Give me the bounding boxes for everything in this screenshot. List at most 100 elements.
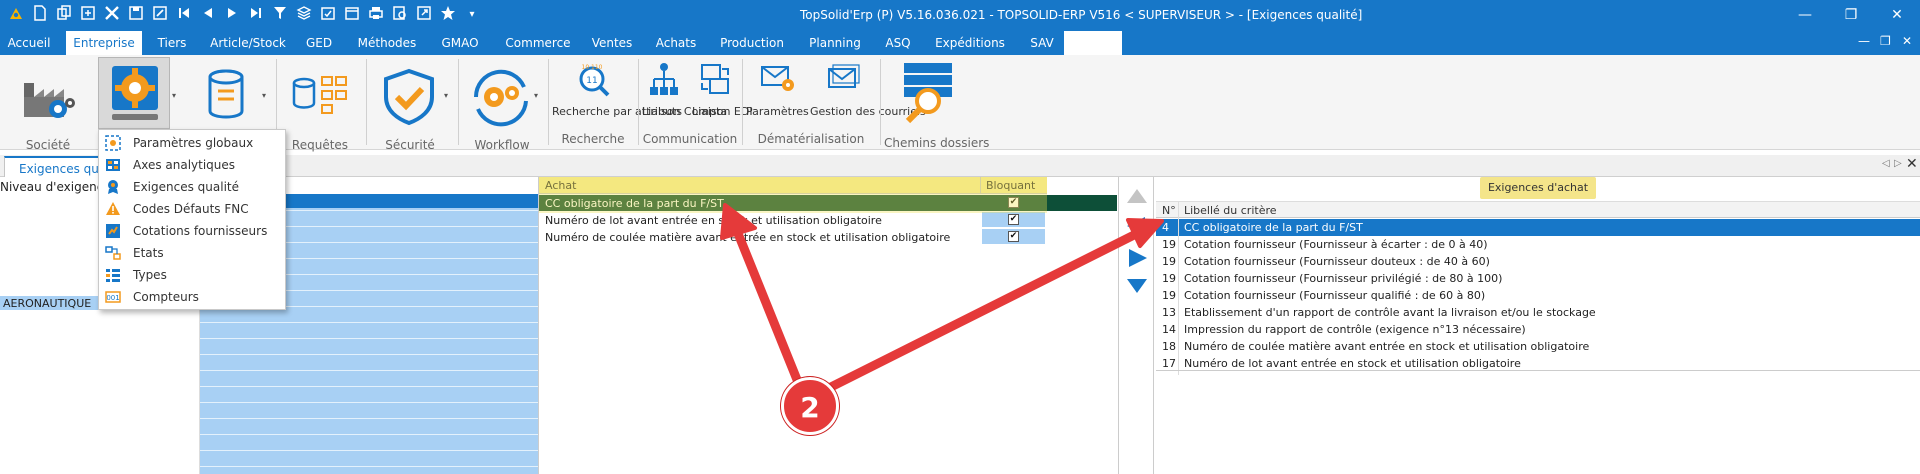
customize-toolbar-icon[interactable]: ▾ xyxy=(462,5,482,25)
criteria-row[interactable]: 19 Cotation fournisseur (Fournisseur qua… xyxy=(1156,287,1920,304)
tab-methodes[interactable]: Méthodes xyxy=(352,31,422,55)
svg-text:11: 11 xyxy=(586,76,597,86)
step-number-badge: 2 xyxy=(781,377,839,435)
favorites-icon[interactable] xyxy=(438,5,458,25)
move-down-arrow-icon[interactable] xyxy=(1125,277,1149,295)
tab-gmao[interactable]: GMAO xyxy=(432,31,488,55)
menu-item-etats[interactable]: Etats xyxy=(99,242,285,264)
chemins-dossiers-button[interactable]: Chemins dossiers xyxy=(884,59,989,149)
liaison-compta-button[interactable]: Liaison Compta xyxy=(642,59,727,133)
save-icon[interactable] xyxy=(126,5,146,25)
achat-row-label: Numéro de lot avant entrée en stock et u… xyxy=(545,214,882,227)
next-record-icon[interactable] xyxy=(222,5,242,25)
securite-button[interactable]: Sécurité xyxy=(372,61,448,151)
tab-sav[interactable]: SAV xyxy=(1020,31,1064,55)
print-icon[interactable] xyxy=(366,5,386,25)
new-document-icon[interactable] xyxy=(30,5,50,25)
tab-exigences-qualite[interactable]: Exigences quali xyxy=(4,156,113,178)
tab-accueil[interactable]: Accueil xyxy=(0,31,58,55)
achat-row[interactable]: Numéro de coulée matière avant entrée en… xyxy=(539,229,1117,245)
mdi-minimize-button[interactable]: — xyxy=(1858,34,1870,48)
layers-icon[interactable] xyxy=(294,5,314,25)
checklist-icon[interactable] xyxy=(318,5,338,25)
menu-item-parametres-globaux[interactable]: Paramètres globaux xyxy=(99,132,285,154)
move-up-arrow-icon[interactable] xyxy=(1125,187,1149,205)
liaison-edi-button[interactable]: Liaison EDI xyxy=(692,59,753,133)
edit-icon[interactable] xyxy=(150,5,170,25)
tab-blank[interactable] xyxy=(1064,31,1122,55)
criteria-row[interactable]: 19 Cotation fournisseur (Fournisseur dou… xyxy=(1156,253,1920,270)
column-header-libelle: Libellé du critère xyxy=(1184,204,1277,217)
duplicate-icon[interactable] xyxy=(78,5,98,25)
tab-article-stock[interactable]: Article/Stock xyxy=(204,31,292,55)
menu-item-types[interactable]: Types xyxy=(99,264,285,286)
filter-icon[interactable] xyxy=(270,5,290,25)
tab-expeditions[interactable]: Expéditions xyxy=(930,31,1010,55)
menu-item-axes-analytiques[interactable]: Axes analytiques xyxy=(99,154,285,176)
print-preview-icon[interactable] xyxy=(390,5,410,25)
chemins-dossiers-label: Chemins dossiers xyxy=(884,136,990,150)
workflow-button[interactable]: Workflow xyxy=(462,61,542,151)
tab-ged[interactable]: GED xyxy=(302,31,336,55)
menu-item-label: Codes Défauts FNC xyxy=(133,202,249,216)
menu-item-compteurs[interactable]: 001 Compteurs xyxy=(99,286,285,308)
scroll-left-icon[interactable]: ◁ xyxy=(1882,158,1890,169)
mail-icon xyxy=(828,64,860,88)
mdi-restore-button[interactable]: ❐ xyxy=(1880,34,1891,48)
recherche-attributs-button[interactable]: 10 110 11 Recherche par attributs xyxy=(552,59,682,129)
menu-item-label: Exigences qualité xyxy=(133,180,240,194)
achat-row[interactable]: CC obligatoire de la part du F/ST ✔ xyxy=(539,195,1117,211)
separator xyxy=(742,59,743,145)
minimize-button[interactable]: — xyxy=(1790,4,1820,26)
menu-item-cotations-fournisseurs[interactable]: Cotations fournisseurs xyxy=(99,220,285,242)
scroll-right-icon[interactable]: ▷ xyxy=(1894,158,1902,169)
close-tab-icon[interactable]: ✕ xyxy=(1906,156,1918,172)
last-record-icon[interactable] xyxy=(246,5,266,25)
copy-icon[interactable] xyxy=(54,5,74,25)
row-divider xyxy=(200,386,538,387)
criteria-row[interactable]: 14 Impression du rapport de contrôle (ex… xyxy=(1156,321,1920,338)
achat-row[interactable]: Numéro de lot avant entrée en stock et u… xyxy=(539,212,1117,228)
tab-entreprise[interactable]: Entreprise xyxy=(66,31,142,55)
criteria-row[interactable]: 4 CC obligatoire de la part du F/ST xyxy=(1156,219,1920,236)
criteria-row[interactable]: 18 Numéro de coulée matière avant entrée… xyxy=(1156,338,1920,355)
chevron-down-icon[interactable]: ▾ xyxy=(534,91,538,100)
menu-item-codes-defauts-fnc[interactable]: Codes Défauts FNC xyxy=(99,198,285,220)
close-button[interactable]: ✕ xyxy=(1882,4,1912,26)
bloquant-checkbox[interactable]: ✔ xyxy=(1008,214,1019,225)
tab-achats[interactable]: Achats xyxy=(650,31,702,55)
export-icon[interactable] xyxy=(414,5,434,25)
requetes-button[interactable]: Requêtes xyxy=(282,61,358,151)
restore-button[interactable]: ❐ xyxy=(1836,4,1866,26)
criteria-header: N° Libellé du critère xyxy=(1156,201,1920,218)
tab-commerce[interactable]: Commerce xyxy=(498,31,578,55)
move-right-arrow-icon[interactable] xyxy=(1125,247,1149,269)
tab-production[interactable]: Production xyxy=(714,31,790,55)
tab-ventes[interactable]: Ventes xyxy=(586,31,638,55)
gestion-courriels-button[interactable]: Gestion des courriels xyxy=(810,59,926,133)
chevron-down-icon[interactable]: ▾ xyxy=(444,91,448,100)
move-left-arrow-icon[interactable] xyxy=(1125,215,1149,237)
row-divider xyxy=(200,418,538,419)
previous-record-icon[interactable] xyxy=(198,5,218,25)
parametres-entreprise-button[interactable] xyxy=(98,57,170,129)
mdi-close-button[interactable]: ✕ xyxy=(1902,34,1912,48)
tab-tiers[interactable]: Tiers xyxy=(150,31,194,55)
calendar-icon[interactable] xyxy=(342,5,362,25)
criteria-row[interactable]: 19 Cotation fournisseur (Fournisseur à é… xyxy=(1156,236,1920,253)
tab-planning[interactable]: Planning xyxy=(804,31,866,55)
parametres-demat-button[interactable]: Paramètres xyxy=(746,59,809,133)
first-record-icon[interactable] xyxy=(174,5,194,25)
bloquant-checkbox[interactable]: ✔ xyxy=(1008,197,1019,208)
societe-button[interactable]: Société xyxy=(12,61,84,151)
criteria-row[interactable]: 13 Etablissement d'un rapport de contrôl… xyxy=(1156,304,1920,321)
criteria-row[interactable]: 19 Cotation fournisseur (Fournisseur pri… xyxy=(1156,270,1920,287)
tab-asq[interactable]: ASQ xyxy=(876,31,920,55)
menu-item-exigences-qualite[interactable]: Exigences qualité xyxy=(99,176,285,198)
parametres-demat-label: Paramètres xyxy=(746,105,809,118)
delete-icon[interactable] xyxy=(102,5,122,25)
chevron-down-icon[interactable]: ▾ xyxy=(172,91,176,100)
bloquant-checkbox[interactable]: ✔ xyxy=(1008,231,1019,242)
chevron-down-icon[interactable]: ▾ xyxy=(262,91,266,100)
criteria-panel: Exigences d'achat N° Libellé du critère … xyxy=(1156,177,1920,474)
